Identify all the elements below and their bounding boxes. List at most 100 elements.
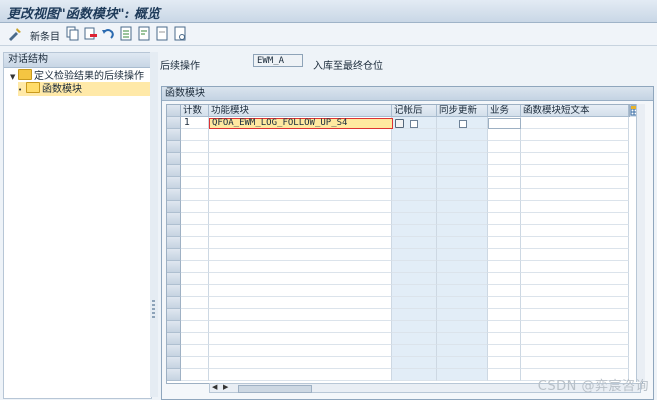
column-header-short-text[interactable]: 函数模块短文本 bbox=[521, 105, 629, 117]
table-cell[interactable] bbox=[521, 309, 629, 321]
table-cell[interactable] bbox=[181, 153, 209, 165]
scrollbar-thumb[interactable] bbox=[238, 385, 312, 393]
print-icon[interactable] bbox=[173, 26, 187, 42]
table-cell[interactable] bbox=[209, 333, 392, 345]
row-selector[interactable] bbox=[167, 189, 181, 201]
table-cell[interactable] bbox=[488, 153, 521, 165]
table-cell[interactable] bbox=[181, 309, 209, 321]
table-cell[interactable] bbox=[392, 309, 437, 321]
row-selector[interactable] bbox=[167, 261, 181, 273]
table-cell[interactable] bbox=[488, 285, 521, 297]
table-cell[interactable] bbox=[488, 177, 521, 189]
table-cell[interactable] bbox=[181, 165, 209, 177]
tree-item-function-module[interactable]: • 函数模块 bbox=[18, 82, 150, 96]
table-cell[interactable] bbox=[209, 201, 392, 213]
row-selector[interactable] bbox=[167, 321, 181, 333]
table-cell[interactable] bbox=[209, 237, 392, 249]
table-cell[interactable] bbox=[392, 273, 437, 285]
table-cell[interactable] bbox=[181, 345, 209, 357]
table-cell[interactable] bbox=[392, 297, 437, 309]
table-cell[interactable] bbox=[437, 369, 488, 381]
row-selector[interactable] bbox=[167, 153, 181, 165]
row-selector[interactable] bbox=[167, 369, 181, 381]
table-cell[interactable] bbox=[181, 201, 209, 213]
table-cell[interactable] bbox=[209, 285, 392, 297]
row-selector[interactable] bbox=[167, 177, 181, 189]
value-help-icon[interactable] bbox=[395, 119, 404, 128]
table-cell[interactable] bbox=[392, 201, 437, 213]
table-cell[interactable] bbox=[488, 261, 521, 273]
row-selector[interactable] bbox=[167, 237, 181, 249]
table-cell[interactable] bbox=[392, 153, 437, 165]
table-cell[interactable] bbox=[181, 321, 209, 333]
table-cell[interactable] bbox=[437, 285, 488, 297]
row-selector[interactable] bbox=[167, 201, 181, 213]
row-selector[interactable] bbox=[167, 117, 181, 129]
table-cell[interactable] bbox=[437, 213, 488, 225]
table-cell[interactable] bbox=[209, 129, 392, 141]
table-cell[interactable] bbox=[392, 237, 437, 249]
table-cell[interactable] bbox=[437, 201, 488, 213]
table-cell[interactable] bbox=[521, 189, 629, 201]
table-cell[interactable] bbox=[209, 357, 392, 369]
table-cell[interactable] bbox=[488, 141, 521, 153]
table-cell[interactable] bbox=[181, 189, 209, 201]
row-selector[interactable] bbox=[167, 345, 181, 357]
table-cell[interactable] bbox=[488, 165, 521, 177]
table-cell[interactable] bbox=[392, 225, 437, 237]
table-cell[interactable] bbox=[437, 249, 488, 261]
table-cell[interactable] bbox=[521, 153, 629, 165]
row-selector[interactable] bbox=[167, 333, 181, 345]
table-cell[interactable] bbox=[392, 369, 437, 381]
row-selector[interactable] bbox=[167, 273, 181, 285]
table-cell[interactable] bbox=[392, 333, 437, 345]
display-change-icon[interactable] bbox=[7, 26, 23, 42]
table-cell[interactable] bbox=[437, 141, 488, 153]
table-cell[interactable] bbox=[521, 321, 629, 333]
table-cell[interactable] bbox=[488, 297, 521, 309]
table-cell[interactable] bbox=[437, 129, 488, 141]
table-cell[interactable] bbox=[488, 273, 521, 285]
table-cell[interactable] bbox=[521, 333, 629, 345]
table-cell[interactable] bbox=[521, 285, 629, 297]
scroll-left-icon[interactable]: ◀ bbox=[212, 383, 217, 391]
table-cell[interactable] bbox=[488, 321, 521, 333]
table-cell[interactable] bbox=[181, 369, 209, 381]
table-cell[interactable] bbox=[488, 249, 521, 261]
table-cell[interactable] bbox=[437, 309, 488, 321]
row-selector[interactable] bbox=[167, 285, 181, 297]
delete-icon[interactable] bbox=[84, 26, 98, 42]
table-cell[interactable] bbox=[209, 249, 392, 261]
table-cell[interactable] bbox=[392, 261, 437, 273]
row-selector[interactable] bbox=[167, 165, 181, 177]
table-cell[interactable] bbox=[181, 333, 209, 345]
table-cell[interactable] bbox=[521, 345, 629, 357]
table-cell[interactable] bbox=[181, 177, 209, 189]
table-cell[interactable] bbox=[209, 369, 392, 381]
table-cell[interactable] bbox=[392, 141, 437, 153]
table-cell[interactable] bbox=[209, 141, 392, 153]
table-cell[interactable] bbox=[437, 297, 488, 309]
row-selector[interactable] bbox=[167, 309, 181, 321]
table-cell[interactable] bbox=[521, 117, 629, 129]
table-cell[interactable] bbox=[209, 273, 392, 285]
table-cell[interactable] bbox=[437, 237, 488, 249]
table-cell[interactable] bbox=[181, 129, 209, 141]
table-cell[interactable] bbox=[521, 273, 629, 285]
row-selector[interactable] bbox=[167, 297, 181, 309]
table-cell[interactable] bbox=[181, 297, 209, 309]
table-cell[interactable] bbox=[521, 141, 629, 153]
row-selector[interactable] bbox=[167, 225, 181, 237]
table-cell[interactable] bbox=[521, 249, 629, 261]
table-cell[interactable] bbox=[181, 273, 209, 285]
table-cell[interactable] bbox=[209, 225, 392, 237]
table-cell[interactable] bbox=[488, 333, 521, 345]
table-cell[interactable] bbox=[488, 309, 521, 321]
select-all-icon[interactable] bbox=[119, 26, 133, 42]
table-cell[interactable] bbox=[392, 249, 437, 261]
table-cell[interactable] bbox=[209, 321, 392, 333]
column-header-count[interactable]: 计数 bbox=[181, 105, 209, 117]
table-cell[interactable] bbox=[488, 237, 521, 249]
undo-icon[interactable] bbox=[101, 26, 115, 42]
table-cell[interactable] bbox=[488, 201, 521, 213]
